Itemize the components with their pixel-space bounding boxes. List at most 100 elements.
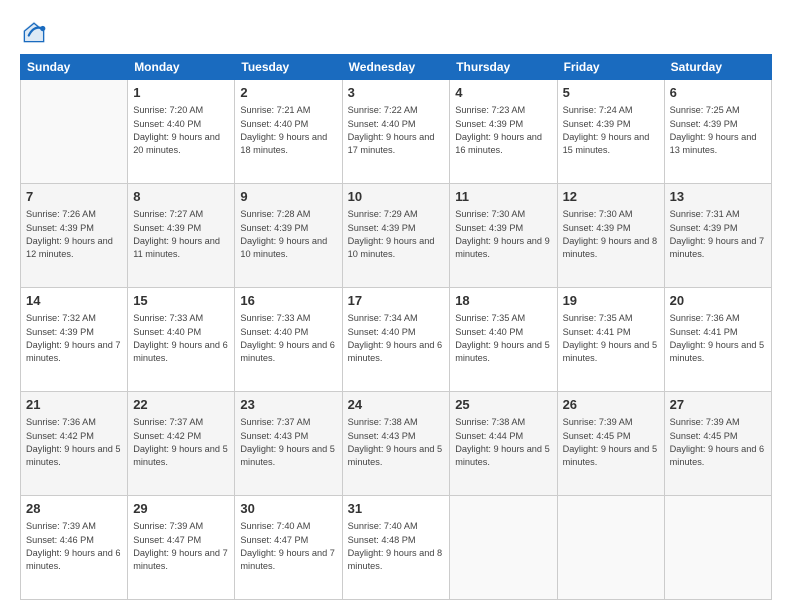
calendar-cell: 23 Sunrise: 7:37 AMSunset: 4:43 PMDayligh… [235,392,342,496]
day-info: Sunrise: 7:34 AMSunset: 4:40 PMDaylight:… [348,312,445,365]
calendar-cell: 9 Sunrise: 7:28 AMSunset: 4:39 PMDaylight… [235,184,342,288]
day-info: Sunrise: 7:31 AMSunset: 4:39 PMDaylight:… [670,208,766,261]
calendar-header-row: SundayMondayTuesdayWednesdayThursdayFrid… [21,55,772,80]
day-info: Sunrise: 7:39 AMSunset: 4:45 PMDaylight:… [563,416,659,469]
day-number: 21 [26,396,122,414]
day-info: Sunrise: 7:36 AMSunset: 4:41 PMDaylight:… [670,312,766,365]
day-info: Sunrise: 7:38 AMSunset: 4:44 PMDaylight:… [455,416,551,469]
day-info: Sunrise: 7:37 AMSunset: 4:42 PMDaylight:… [133,416,229,469]
day-info: Sunrise: 7:30 AMSunset: 4:39 PMDaylight:… [455,208,551,261]
calendar-cell [21,80,128,184]
calendar-cell: 25 Sunrise: 7:38 AMSunset: 4:44 PMDayligh… [450,392,557,496]
day-info: Sunrise: 7:27 AMSunset: 4:39 PMDaylight:… [133,208,229,261]
day-number: 14 [26,292,122,310]
day-info: Sunrise: 7:32 AMSunset: 4:39 PMDaylight:… [26,312,122,365]
calendar-cell: 5 Sunrise: 7:24 AMSunset: 4:39 PMDaylight… [557,80,664,184]
day-info: Sunrise: 7:24 AMSunset: 4:39 PMDaylight:… [563,104,659,157]
calendar-week-row: 28 Sunrise: 7:39 AMSunset: 4:46 PMDayligh… [21,496,772,600]
calendar-cell: 11 Sunrise: 7:30 AMSunset: 4:39 PMDayligh… [450,184,557,288]
calendar-cell: 18 Sunrise: 7:35 AMSunset: 4:40 PMDayligh… [450,288,557,392]
day-number: 28 [26,500,122,518]
day-number: 29 [133,500,229,518]
calendar-cell: 2 Sunrise: 7:21 AMSunset: 4:40 PMDaylight… [235,80,342,184]
calendar-cell: 15 Sunrise: 7:33 AMSunset: 4:40 PMDayligh… [128,288,235,392]
day-info: Sunrise: 7:40 AMSunset: 4:48 PMDaylight:… [348,520,445,573]
day-info: Sunrise: 7:39 AMSunset: 4:46 PMDaylight:… [26,520,122,573]
calendar-week-row: 14 Sunrise: 7:32 AMSunset: 4:39 PMDayligh… [21,288,772,392]
day-info: Sunrise: 7:20 AMSunset: 4:40 PMDaylight:… [133,104,229,157]
day-number: 19 [563,292,659,310]
day-info: Sunrise: 7:28 AMSunset: 4:39 PMDaylight:… [240,208,336,261]
column-header-sunday: Sunday [21,55,128,80]
day-number: 18 [455,292,551,310]
calendar-cell: 13Sunrise: 7:31 AMSunset: 4:39 PMDayligh… [664,184,771,288]
day-info: Sunrise: 7:39 AMSunset: 4:45 PMDaylight:… [670,416,766,469]
day-info: Sunrise: 7:33 AMSunset: 4:40 PMDaylight:… [240,312,336,365]
calendar-cell: 10 Sunrise: 7:29 AMSunset: 4:39 PMDayligh… [342,184,450,288]
column-header-monday: Monday [128,55,235,80]
calendar-cell: 1 Sunrise: 7:20 AMSunset: 4:40 PMDaylight… [128,80,235,184]
day-info: Sunrise: 7:36 AMSunset: 4:42 PMDaylight:… [26,416,122,469]
calendar-week-row: 1 Sunrise: 7:20 AMSunset: 4:40 PMDaylight… [21,80,772,184]
calendar-cell: 27 Sunrise: 7:39 AMSunset: 4:45 PMDayligh… [664,392,771,496]
day-number: 25 [455,396,551,414]
day-number: 6 [670,84,766,102]
day-number: 8 [133,188,229,206]
calendar-cell: 3 Sunrise: 7:22 AMSunset: 4:40 PMDaylight… [342,80,450,184]
calendar-cell: 6 Sunrise: 7:25 AMSunset: 4:39 PMDaylight… [664,80,771,184]
day-number: 10 [348,188,445,206]
day-info: Sunrise: 7:25 AMSunset: 4:39 PMDaylight:… [670,104,766,157]
day-info: Sunrise: 7:30 AMSunset: 4:39 PMDaylight:… [563,208,659,261]
day-number: 2 [240,84,336,102]
day-info: Sunrise: 7:35 AMSunset: 4:41 PMDaylight:… [563,312,659,365]
day-number: 30 [240,500,336,518]
calendar-cell: 14 Sunrise: 7:32 AMSunset: 4:39 PMDayligh… [21,288,128,392]
day-number: 1 [133,84,229,102]
calendar-cell: 20Sunrise: 7:36 AMSunset: 4:41 PMDayligh… [664,288,771,392]
day-number: 16 [240,292,336,310]
day-number: 22 [133,396,229,414]
day-number: 11 [455,188,551,206]
day-number: 7 [26,188,122,206]
calendar-table: SundayMondayTuesdayWednesdayThursdayFrid… [20,54,772,600]
calendar-cell: 4 Sunrise: 7:23 AMSunset: 4:39 PMDaylight… [450,80,557,184]
day-number: 17 [348,292,445,310]
day-number: 23 [240,396,336,414]
day-number: 9 [240,188,336,206]
calendar-cell: 7 Sunrise: 7:26 AMSunset: 4:39 PMDaylight… [21,184,128,288]
calendar-cell: 24 Sunrise: 7:38 AMSunset: 4:43 PMDayligh… [342,392,450,496]
calendar-cell [450,496,557,600]
day-number: 12 [563,188,659,206]
logo [20,18,52,46]
calendar-cell: 12 Sunrise: 7:30 AMSunset: 4:39 PMDayligh… [557,184,664,288]
calendar-cell: 8 Sunrise: 7:27 AMSunset: 4:39 PMDaylight… [128,184,235,288]
logo-icon [20,18,48,46]
day-number: 15 [133,292,229,310]
day-info: Sunrise: 7:33 AMSunset: 4:40 PMDaylight:… [133,312,229,365]
day-number: 5 [563,84,659,102]
day-number: 3 [348,84,445,102]
day-info: Sunrise: 7:29 AMSunset: 4:39 PMDaylight:… [348,208,445,261]
day-info: Sunrise: 7:23 AMSunset: 4:39 PMDaylight:… [455,104,551,157]
calendar-week-row: 21 Sunrise: 7:36 AMSunset: 4:42 PMDayligh… [21,392,772,496]
day-info: Sunrise: 7:39 AMSunset: 4:47 PMDaylight:… [133,520,229,573]
column-header-tuesday: Tuesday [235,55,342,80]
calendar-cell: 17 Sunrise: 7:34 AMSunset: 4:40 PMDayligh… [342,288,450,392]
day-info: Sunrise: 7:21 AMSunset: 4:40 PMDaylight:… [240,104,336,157]
day-number: 4 [455,84,551,102]
calendar-cell: 22 Sunrise: 7:37 AMSunset: 4:42 PMDayligh… [128,392,235,496]
page-header [20,18,772,46]
day-info: Sunrise: 7:37 AMSunset: 4:43 PMDaylight:… [240,416,336,469]
day-info: Sunrise: 7:38 AMSunset: 4:43 PMDaylight:… [348,416,445,469]
column-header-wednesday: Wednesday [342,55,450,80]
column-header-thursday: Thursday [450,55,557,80]
calendar-cell: 29 Sunrise: 7:39 AMSunset: 4:47 PMDayligh… [128,496,235,600]
day-number: 27 [670,396,766,414]
day-info: Sunrise: 7:26 AMSunset: 4:39 PMDaylight:… [26,208,122,261]
calendar-cell: 30Sunrise: 7:40 AMSunset: 4:47 PMDayligh… [235,496,342,600]
day-info: Sunrise: 7:22 AMSunset: 4:40 PMDaylight:… [348,104,445,157]
day-info: Sunrise: 7:35 AMSunset: 4:40 PMDaylight:… [455,312,551,365]
day-number: 24 [348,396,445,414]
calendar-week-row: 7 Sunrise: 7:26 AMSunset: 4:39 PMDaylight… [21,184,772,288]
day-number: 26 [563,396,659,414]
